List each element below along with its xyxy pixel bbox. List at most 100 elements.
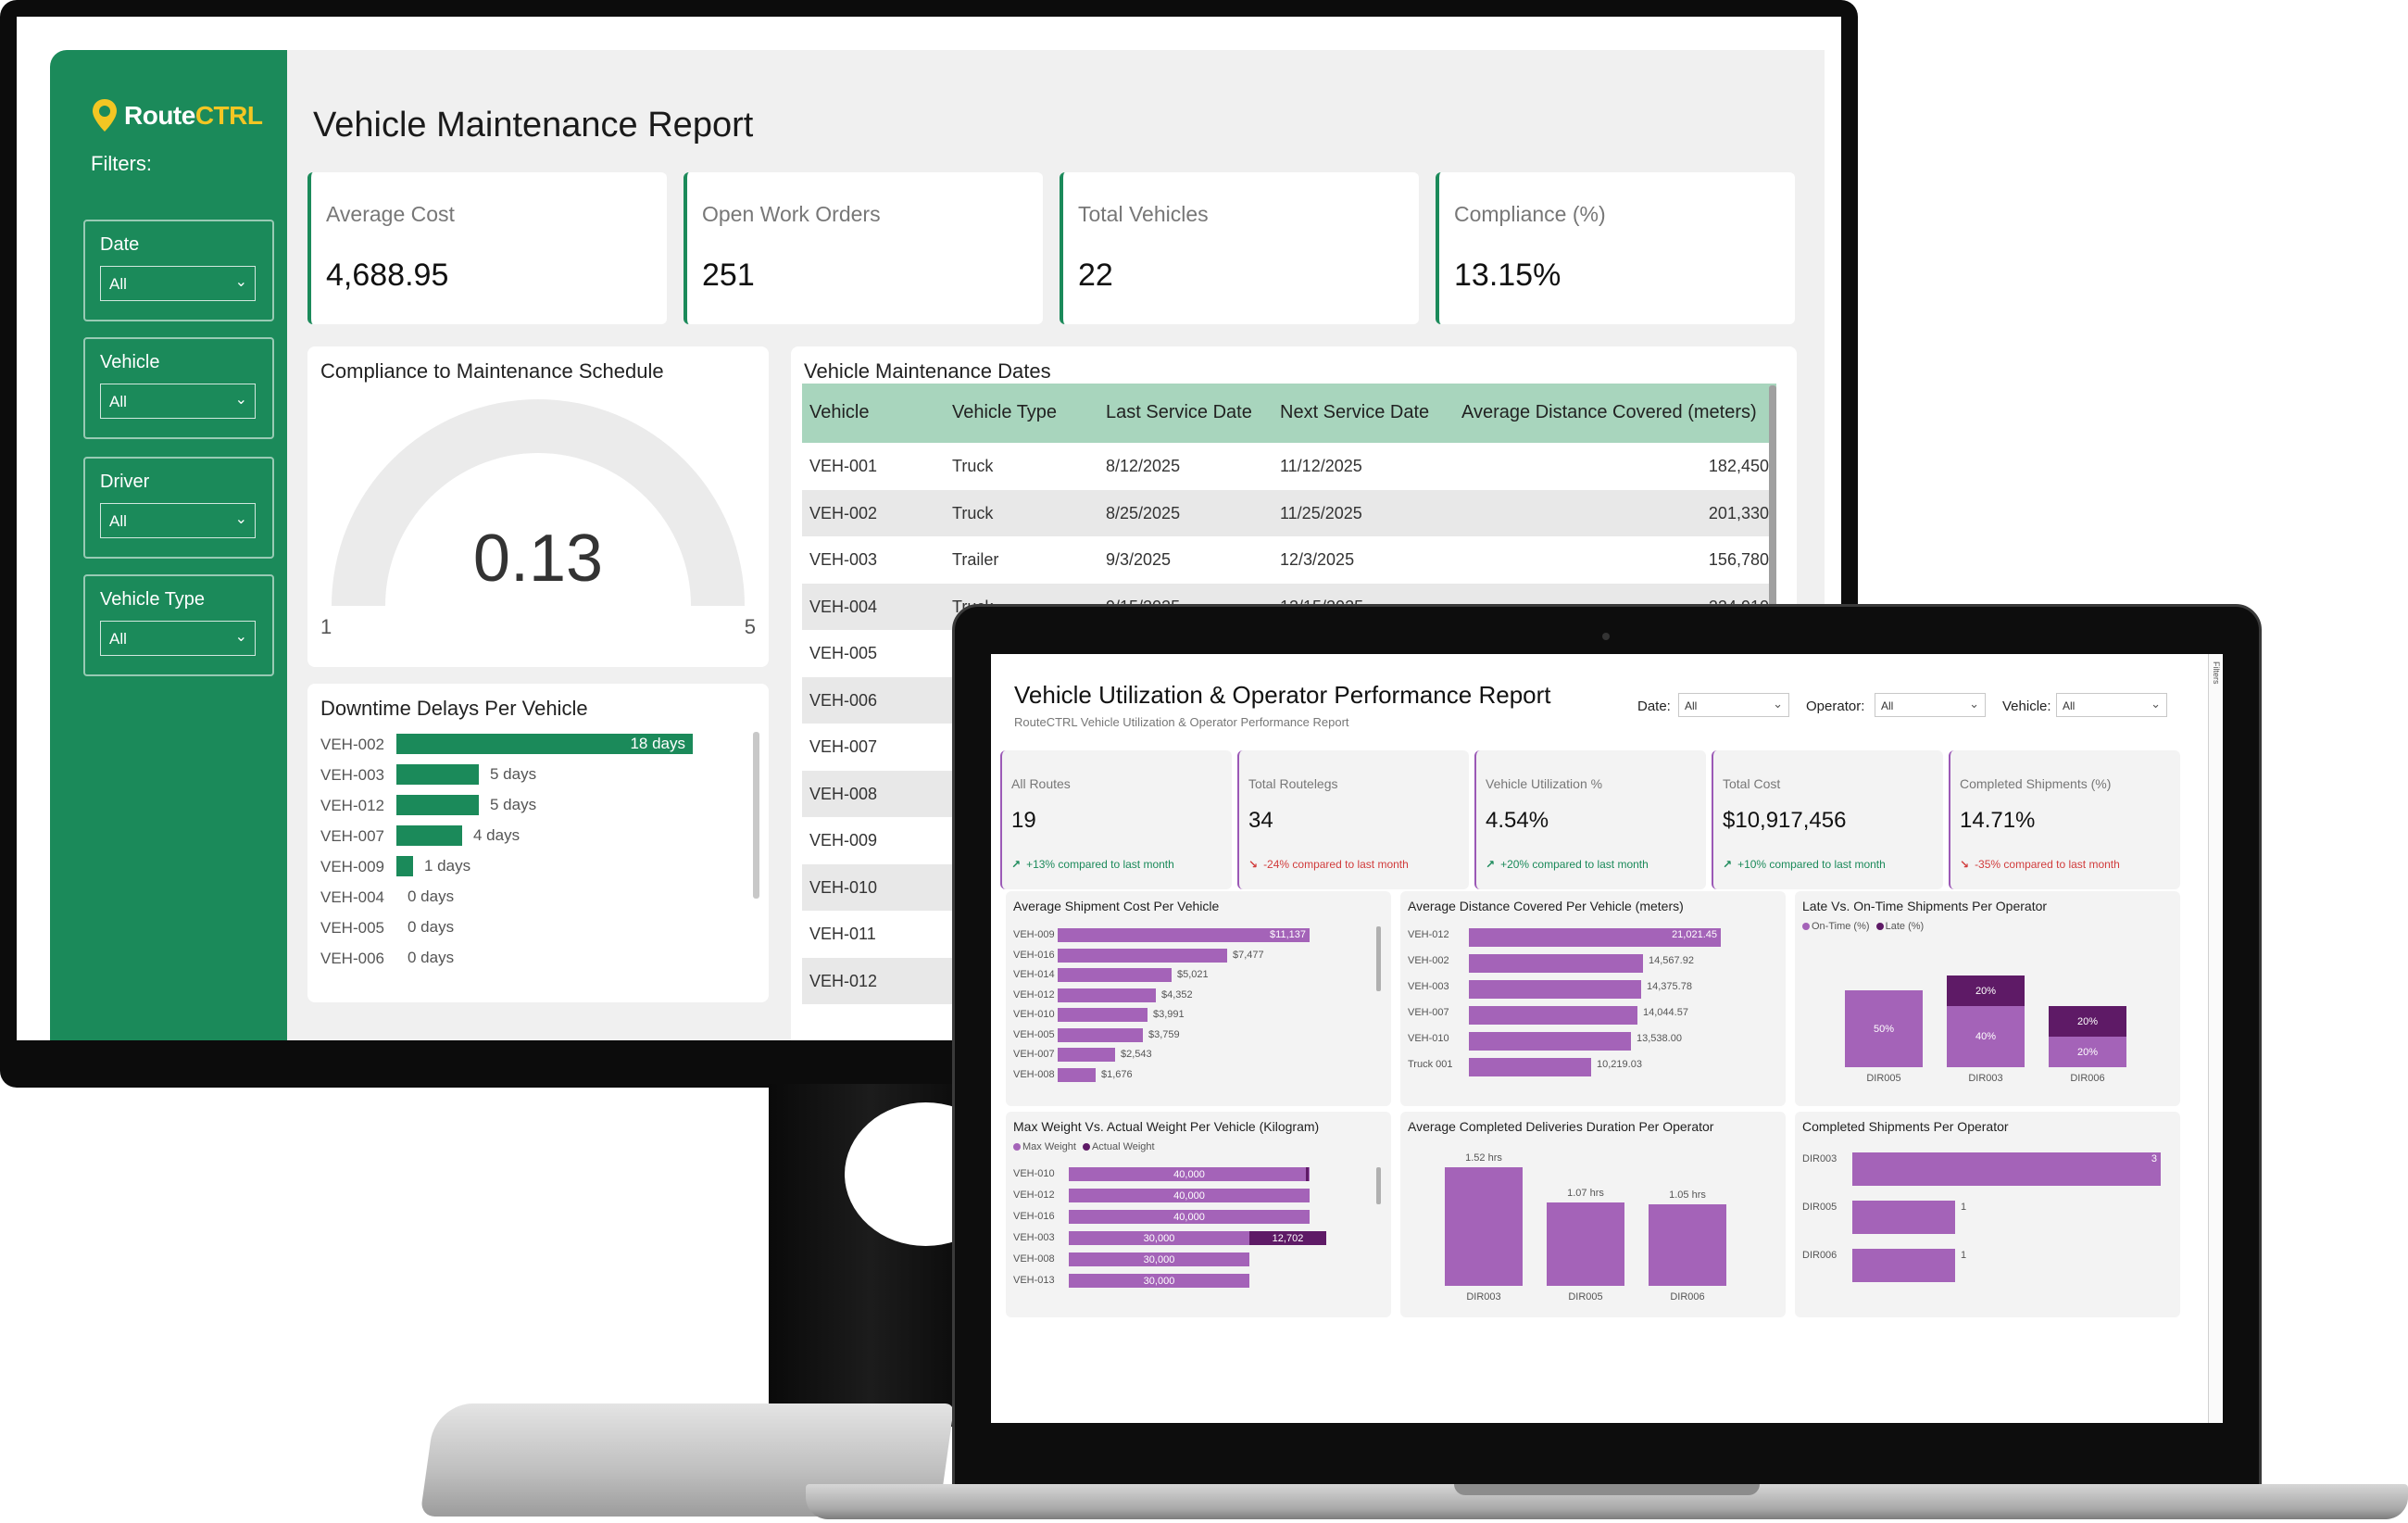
- avg-distance-panel[interactable]: Average Distance Covered Per Vehicle (me…: [1400, 891, 1786, 1106]
- kpi-value: 22: [1078, 258, 1113, 293]
- bar-max-weight[interactable]: 30,000: [1069, 1231, 1249, 1245]
- bar[interactable]: [1852, 1201, 1955, 1234]
- column[interactable]: [1649, 1204, 1726, 1286]
- stacked-bar-late[interactable]: 20%: [1947, 975, 2025, 1006]
- bar-row[interactable]: VEH-004 0 days: [320, 885, 746, 909]
- bar[interactable]: [396, 764, 479, 785]
- vehicle-dropdown[interactable]: All ⌄: [2056, 693, 2167, 717]
- bar[interactable]: [1852, 1249, 1955, 1282]
- filters-pane-collapsed[interactable]: Filters: [2208, 654, 2223, 1423]
- kpi-card[interactable]: Vehicle Utilization % 4.54% ↗ +20% compared…: [1474, 750, 1706, 889]
- stacked-bar-ontime[interactable]: 50%: [1845, 990, 1923, 1067]
- bar[interactable]: [396, 856, 413, 876]
- bar[interactable]: [1469, 1032, 1631, 1051]
- driver-dropdown[interactable]: All ⌄: [100, 503, 256, 538]
- filter-label: Vehicle:: [2002, 699, 2051, 714]
- completed-shipments-panel[interactable]: Completed Shipments Per Operator DIR003 3…: [1795, 1112, 2180, 1317]
- bar-row[interactable]: VEH-012 5 days: [320, 793, 746, 817]
- scrollbar[interactable]: [753, 732, 759, 899]
- bar-data-label: 21,021.45: [1672, 929, 1717, 940]
- bar-max-weight[interactable]: 30,000: [1069, 1252, 1249, 1266]
- bar[interactable]: [1058, 1067, 1096, 1082]
- scrollbar[interactable]: [1376, 926, 1381, 991]
- column-header[interactable]: Last Service Date: [1106, 402, 1252, 423]
- kpi-label: Average Cost: [326, 202, 455, 226]
- operator-dropdown[interactable]: All ⌄: [1875, 693, 1986, 717]
- chart-title: Average Completed Deliveries Duration Pe…: [1408, 1119, 1714, 1134]
- column-header[interactable]: Average Distance Covered (meters): [1461, 402, 1757, 423]
- kpi-card-compliance[interactable]: Compliance (%) 13.15%: [1436, 172, 1795, 324]
- bar-max-weight[interactable]: 40,000: [1069, 1210, 1310, 1224]
- bar[interactable]: [1058, 1027, 1143, 1042]
- date-dropdown[interactable]: All ⌄: [100, 266, 256, 301]
- bar-data-label: 12,702: [1272, 1232, 1304, 1244]
- column-category-label: DIR003: [1968, 1073, 2003, 1084]
- webcam: [1602, 633, 1610, 640]
- bar-data-label: 1 days: [424, 857, 471, 875]
- bar[interactable]: [1058, 988, 1156, 1002]
- table-row[interactable]: VEH-003 Trailer 9/3/2025 12/3/2025 156,780: [802, 536, 1776, 583]
- kpi-card[interactable]: All Routes 19 ↗ +13% compared to last month: [1000, 750, 1232, 889]
- table-cell: VEH-010: [809, 877, 878, 897]
- avg-shipment-cost-panel[interactable]: Average Shipment Cost Per Vehicle VEH-00…: [1006, 891, 1391, 1106]
- bar-data-label: 30,000: [1143, 1275, 1175, 1287]
- kpi-card-average-cost[interactable]: Average Cost 4,688.95: [307, 172, 667, 324]
- stacked-bar-late[interactable]: 20%: [2049, 1006, 2126, 1037]
- bar[interactable]: [396, 795, 479, 815]
- bar[interactable]: [1058, 948, 1227, 963]
- bar-category-label: VEH-002: [320, 736, 384, 753]
- column[interactable]: [1445, 1167, 1523, 1286]
- table-cell: 182,450: [1708, 457, 1769, 475]
- stacked-bar-ontime[interactable]: 20%: [2049, 1037, 2126, 1067]
- legend-swatch: [1082, 1143, 1090, 1152]
- kpi-card[interactable]: Completed Shipments (%) 14.71% ↘ -35% compa…: [1949, 750, 2180, 889]
- bar-max-weight[interactable]: 40,000: [1069, 1167, 1310, 1181]
- bar-row[interactable]: VEH-007 4 days: [320, 824, 746, 848]
- vehicle-type-dropdown[interactable]: All ⌄: [100, 621, 256, 656]
- bar-actual-weight[interactable]: [1306, 1167, 1309, 1181]
- bar-category-label: VEH-008: [1013, 1068, 1055, 1080]
- kpi-card[interactable]: Total Routelegs 34 ↘ -24% compared to last …: [1237, 750, 1469, 889]
- column-header[interactable]: Vehicle: [809, 402, 870, 423]
- weight-panel[interactable]: Max Weight Vs. Actual Weight Per Vehicle…: [1006, 1112, 1391, 1317]
- bar[interactable]: [1469, 1058, 1591, 1076]
- duration-panel[interactable]: Average Completed Deliveries Duration Pe…: [1400, 1112, 1786, 1317]
- kpi-card[interactable]: Total Cost $10,917,456 ↗ +10% compared to l…: [1712, 750, 1943, 889]
- gauge-panel[interactable]: Compliance to Maintenance Schedule 0.13 …: [307, 346, 769, 667]
- column-header[interactable]: Next Service Date: [1280, 402, 1429, 423]
- bar-row[interactable]: VEH-009 1 days: [320, 854, 746, 878]
- bar-category-label: VEH-007: [1408, 1007, 1449, 1018]
- table-row[interactable]: VEH-001 Truck 8/12/2025 11/12/2025 182,450: [802, 443, 1776, 489]
- bar[interactable]: [1469, 980, 1641, 999]
- bar-category-label: VEH-008: [1013, 1253, 1055, 1265]
- kpi-card-open-work-orders[interactable]: Open Work Orders 251: [684, 172, 1043, 324]
- column[interactable]: [1547, 1202, 1624, 1286]
- scrollbar[interactable]: [1376, 1167, 1381, 1204]
- chevron-down-icon: ⌄: [234, 392, 247, 408]
- bar-data-label: 13,538.00: [1637, 1033, 1682, 1044]
- bar-row[interactable]: VEH-006 0 days: [320, 946, 746, 970]
- slicer-label: Vehicle: [100, 352, 160, 372]
- bar-row[interactable]: VEH-005 0 days: [320, 915, 746, 939]
- bar[interactable]: [1469, 1006, 1637, 1025]
- bar-max-weight[interactable]: 40,000: [1069, 1189, 1310, 1202]
- bar[interactable]: [1058, 968, 1172, 982]
- vehicle-dropdown[interactable]: All ⌄: [100, 384, 256, 419]
- bar[interactable]: [396, 825, 462, 846]
- table-row[interactable]: VEH-002 Truck 8/25/2025 11/25/2025 201,330: [802, 489, 1776, 536]
- bar[interactable]: [1058, 1008, 1148, 1022]
- bar-row[interactable]: VEH-003 5 days: [320, 762, 746, 787]
- downtime-panel[interactable]: Downtime Delays Per Vehicle VEH-002 18 da…: [307, 684, 769, 1002]
- kpi-card-total-vehicles[interactable]: Total Vehicles 22: [1060, 172, 1419, 324]
- bar-max-weight[interactable]: 30,000: [1069, 1274, 1249, 1288]
- stacked-bar-ontime[interactable]: 40%: [1947, 1006, 2025, 1067]
- date-dropdown[interactable]: All ⌄: [1678, 693, 1789, 717]
- bar-row[interactable]: VEH-002 18 days: [320, 732, 746, 756]
- bar-actual-weight[interactable]: 12,702: [1249, 1231, 1326, 1245]
- bar[interactable]: [1469, 954, 1643, 973]
- bar-data-label: 1: [1961, 1250, 1967, 1261]
- column-header[interactable]: Vehicle Type: [952, 402, 1057, 423]
- late-ontime-panel[interactable]: Late Vs. On-Time Shipments Per Operator …: [1795, 891, 2180, 1106]
- bar[interactable]: [1058, 1048, 1115, 1062]
- chevron-down-icon: ⌄: [1969, 697, 1979, 711]
